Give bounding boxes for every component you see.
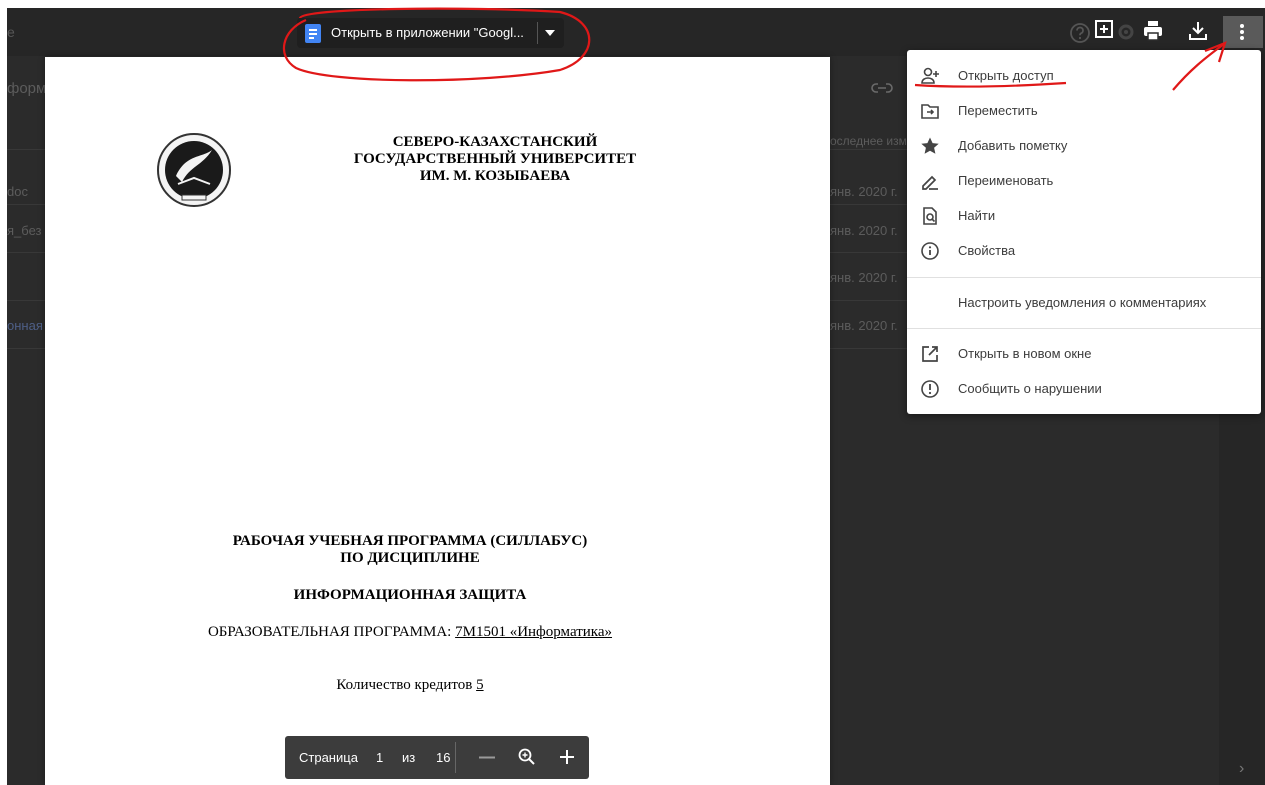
university-line: ГОСУДАРСТВЕННЫЙ УНИВЕРСИТЕТ: [353, 151, 637, 167]
university-line: СЕВЕРО-КАЗАХСТАНСКИЙ: [392, 134, 598, 150]
folder-name-fragment: форм: [7, 80, 47, 97]
star-icon: [921, 137, 939, 154]
more-vert-icon[interactable]: [1223, 16, 1263, 48]
find-in-page-icon: [923, 207, 937, 225]
dropdown-caret-icon[interactable]: [545, 30, 555, 36]
chevron-right-icon[interactable]: ›: [1239, 760, 1244, 778]
menu-item-label: Добавить пометку: [958, 138, 1068, 153]
print-icon[interactable]: [1141, 19, 1165, 43]
educational-program: ОБРАЗОВАТЕЛЬНАЯ ПРОГРАММА: 7M1501 «Инфор…: [165, 624, 655, 641]
menu-divider: [907, 277, 1261, 278]
report-icon: [921, 380, 939, 398]
add-person-icon: [921, 67, 939, 84]
document-page-preview: СЕВЕРО-КАЗАХСТАНСКИЙ ГОСУДАРСТВЕННЫЙ УНИ…: [45, 57, 830, 785]
open-in-app-button[interactable]: Открыть в приложении "Googl...: [297, 18, 564, 48]
menu-item-label: Настроить уведомления о комментариях: [958, 295, 1207, 310]
menu-item-properties[interactable]: Свойства: [907, 233, 1261, 268]
help-icon[interactable]: [1069, 22, 1091, 44]
file-name-fragment: я_без: [7, 223, 42, 238]
button-separator: [537, 22, 538, 44]
menu-item-label: Открыть в новом окне: [958, 346, 1092, 361]
menu-item-comment-notifications[interactable]: Настроить уведомления о комментариях: [907, 285, 1261, 320]
open-in-new-icon: [922, 346, 938, 362]
move-to-folder-icon: [921, 104, 939, 119]
drive-preview-window: е форм оследнее изм doc янв. 2020 г. я_б…: [0, 0, 1265, 785]
file-name-fragment: doc: [7, 184, 28, 199]
menu-item-label: Переименовать: [958, 173, 1054, 188]
link-icon: [871, 83, 893, 93]
settings-icon[interactable]: [1116, 22, 1136, 42]
menu-item-find[interactable]: Найти: [907, 198, 1261, 233]
menu-item-report[interactable]: Сообщить о нарушении: [907, 371, 1261, 406]
university-logo: [157, 133, 231, 207]
pager-separator: [455, 742, 456, 773]
add-to-drive-icon[interactable]: [1092, 18, 1116, 42]
file-date: янв. 2020 г.: [830, 223, 898, 238]
menu-item-label: Переместить: [958, 103, 1038, 118]
menu-item-star[interactable]: Добавить пометку: [907, 128, 1261, 163]
menu-item-label: Найти: [958, 208, 996, 223]
menu-item-label: Открыть доступ: [958, 68, 1054, 83]
zoom-out-icon[interactable]: [479, 756, 495, 759]
download-icon[interactable]: [1186, 19, 1210, 43]
menu-divider: [907, 328, 1261, 329]
more-actions-menu: Открыть доступ Переместить Добавить поме…: [907, 50, 1261, 414]
credits-prefix: Количество кредитов: [336, 677, 477, 693]
menu-item-share[interactable]: Открыть доступ: [907, 58, 1261, 93]
file-name-fragment: онная: [7, 318, 43, 333]
credits-count: Количество кредитов 5: [165, 677, 655, 694]
discipline-name: ИНФОРМАЦИОННАЯ ЗАЩИТА: [293, 587, 527, 603]
of-label: из: [402, 750, 416, 765]
credits-value: 5: [476, 677, 484, 693]
current-page-number[interactable]: 1: [376, 750, 383, 765]
total-pages: 16: [436, 750, 451, 765]
program-value: 7M1501 «Информатика»: [455, 624, 613, 640]
menu-item-move[interactable]: Переместить: [907, 93, 1261, 128]
column-header-last-modified: оследнее изм: [830, 134, 907, 148]
info-icon: [921, 242, 939, 260]
page-navigation-bar: Страница 1 из 16: [285, 736, 589, 779]
page-label: Страница: [299, 750, 358, 765]
file-date: янв. 2020 г.: [830, 318, 898, 333]
syllabus-title: РАБОЧАЯ УЧЕБНАЯ ПРОГРАММА (СИЛЛАБУС) ПО …: [165, 533, 655, 567]
open-in-app-label: Открыть в приложении "Googl...: [331, 25, 524, 40]
zoom-in-icon[interactable]: [559, 749, 575, 765]
file-date: янв. 2020 г.: [830, 184, 898, 199]
rename-pencil-icon: [922, 175, 938, 190]
menu-item-rename[interactable]: Переименовать: [907, 163, 1261, 198]
syllabus-line: РАБОЧАЯ УЧЕБНАЯ ПРОГРАММА (СИЛЛАБУС): [232, 533, 588, 549]
menu-item-label: Сообщить о нарушении: [958, 381, 1102, 396]
drive-title-fragment: е: [7, 24, 15, 40]
file-date: янв. 2020 г.: [830, 270, 898, 285]
university-line: ИМ. М. КОЗЫБАЕВА: [419, 168, 571, 184]
university-name: СЕВЕРО-КАЗАХСТАНСКИЙ ГОСУДАРСТВЕННЫЙ УНИ…: [265, 134, 725, 185]
menu-item-open-new-window[interactable]: Открыть в новом окне: [907, 336, 1261, 371]
google-docs-icon: [305, 24, 321, 43]
syllabus-line: ПО ДИСЦИПЛИНЕ: [340, 550, 480, 566]
menu-item-label: Свойства: [958, 243, 1016, 258]
zoom-icon[interactable]: [518, 748, 536, 766]
program-prefix: ОБРАЗОВАТЕЛЬНАЯ ПРОГРАММА:: [207, 624, 456, 640]
